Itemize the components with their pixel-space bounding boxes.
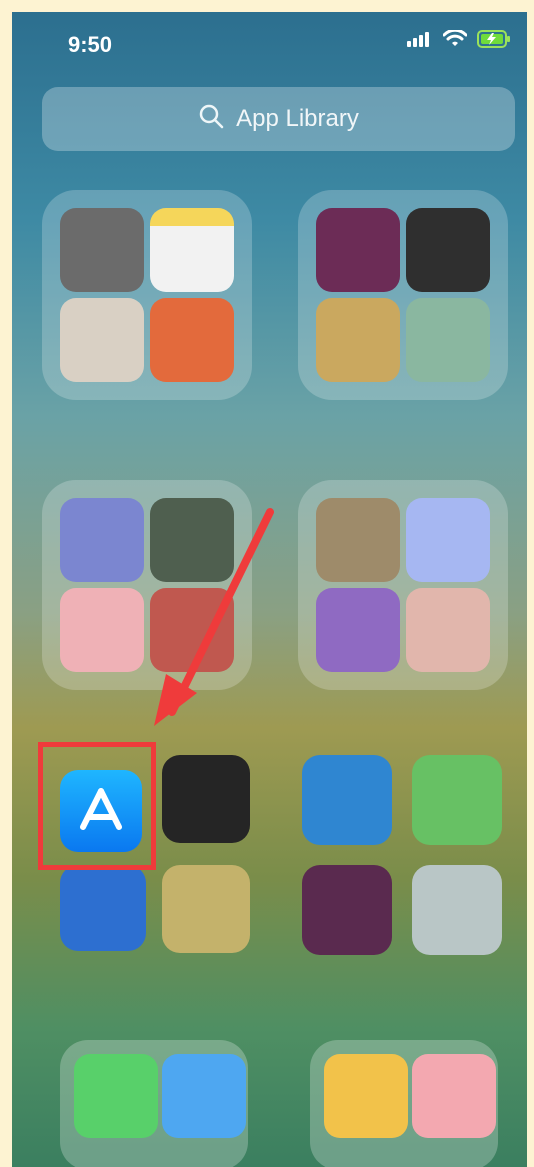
phone-screen: 9:50 App Library [12,12,527,1167]
annotation-arrow [154,508,274,726]
